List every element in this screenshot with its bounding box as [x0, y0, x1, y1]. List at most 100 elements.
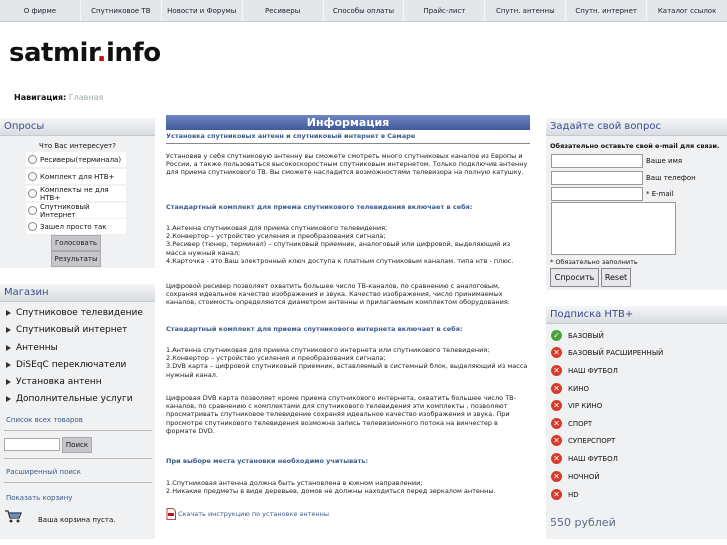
logo-main: satmir: [9, 38, 97, 68]
poll-option-label: Ресиверы(терминала): [40, 155, 122, 164]
info-title: Информация: [166, 115, 530, 130]
arrow-right-icon: [6, 379, 11, 385]
poll-option[interactable]: Зашел просто так: [26, 219, 126, 234]
list-item: 2.Конвертор – устройство усиления и прео…: [166, 354, 386, 363]
message-textarea[interactable]: [551, 202, 676, 255]
shop-item-diseqc[interactable]: DiSEqC переключатели: [6, 360, 126, 370]
list-item: 4.Карточка - это Ваш электронный ключ до…: [166, 256, 514, 265]
ask-question-panel: Задайте свой вопрос Обязательно оставьте…: [546, 118, 727, 290]
shop-item-antennas[interactable]: Антенны: [6, 343, 58, 353]
arrow-right-icon: [6, 345, 11, 351]
cross-icon: ✕: [551, 365, 562, 376]
shop-panel: Магазин Спутниковое телевидение Спутнико…: [0, 284, 155, 539]
list-item: 2.Конвертор – устройство усиления и прео…: [166, 232, 386, 241]
info-list: 1.Антенна спутниковая для приема спутник…: [166, 224, 528, 265]
advanced-search-link[interactable]: Расширенный поиск: [6, 468, 81, 476]
vote-button[interactable]: Голосовать: [51, 235, 101, 251]
radio-icon[interactable]: [28, 172, 37, 181]
nav-item-about[interactable]: О фирме: [0, 0, 81, 21]
breadcrumb: Навигация: Главная: [14, 93, 103, 102]
site-logo[interactable]: satmir.info: [9, 38, 161, 68]
package-item: ✕ НАШ ФУТБОЛ: [551, 453, 618, 464]
email-field[interactable]: [551, 187, 643, 201]
info-list: 1.Спутниковая антенна должна быть устано…: [166, 479, 528, 495]
results-button[interactable]: Результаты: [51, 251, 101, 267]
poll-option[interactable]: Комплекты не для НТВ+: [26, 185, 126, 202]
divider: [4, 430, 152, 431]
poll-question: Что Вас интересует?: [39, 142, 116, 150]
package-item: ✕ БАЗОВЫЙ РАСШИРЕННЫЙ: [551, 347, 663, 358]
nav-item-payment[interactable]: Способы оплаты: [324, 0, 405, 21]
nav-item-receivers[interactable]: Ресиверы: [243, 0, 324, 21]
ask-title: Задайте свой вопрос: [546, 118, 727, 136]
divider: [4, 458, 152, 459]
package-item: ✕ HD: [551, 489, 579, 500]
search-button[interactable]: Поиск: [62, 437, 92, 453]
list-item: 1.Антенна спутниковая для приема спутник…: [166, 346, 490, 354]
required-note: * Обязательно заполнить: [550, 258, 638, 266]
nav-item-price-list[interactable]: Прайс-лист: [404, 0, 486, 21]
name-label: Ваше имя: [646, 157, 683, 165]
cross-icon: ✕: [551, 400, 562, 411]
logo-tld: info: [105, 38, 161, 68]
radio-icon[interactable]: [28, 155, 37, 164]
list-item: 1.Антенна спутниковая для приема спутник…: [166, 224, 388, 232]
search-input[interactable]: [4, 438, 60, 451]
nav-item-antennas[interactable]: Спутн. антенны: [485, 0, 567, 21]
info-paragraph: Цифровой ресивер позволяет охватить боль…: [166, 282, 510, 307]
radio-icon[interactable]: [28, 222, 37, 231]
arrow-right-icon: [6, 396, 11, 402]
package-name: VIP КИНО: [568, 401, 603, 410]
shop-item-satellite-tv[interactable]: Спутниковое телевидение: [6, 308, 143, 318]
polls-panel: Опросы Что Вас интересует? Ресиверы(терм…: [0, 118, 155, 268]
email-label: * E-mail: [646, 190, 674, 198]
nav-item-links[interactable]: Каталог ссылок: [647, 0, 727, 21]
shop-item-installation[interactable]: Установка антенн: [6, 377, 102, 387]
package-item: ✓ БАЗОВЫЙ: [551, 330, 604, 341]
arrow-right-icon: [6, 327, 11, 333]
package-name: БАЗОВЫЙ: [568, 331, 604, 340]
info-panel: Информация Установка спутниковых антенн …: [166, 115, 530, 144]
shop-item-satellite-internet[interactable]: Спутниковый интернет: [6, 325, 127, 335]
package-name: НАШ ФУТБОЛ: [568, 366, 618, 375]
cart-status: Ваша корзина пуста.: [38, 516, 116, 524]
nav-item-satellite-internet[interactable]: Спутн. интернет: [566, 0, 648, 21]
ask-note: Обязательно оставьте свой e-mail для свя…: [550, 142, 720, 150]
arrow-right-icon: [6, 362, 11, 368]
package-name: КИНО: [568, 384, 589, 393]
download-link-label: Скачать инструкцию по установке антенны: [178, 510, 330, 518]
shop-item-extra-services[interactable]: Дополнительные услуги: [6, 394, 133, 404]
radio-icon[interactable]: [28, 206, 37, 215]
ask-submit-button[interactable]: Спросить: [550, 268, 599, 287]
package-name: НАШ ФУТБОЛ: [568, 454, 618, 463]
package-name: HD: [568, 490, 579, 499]
poll-option-label: Комплекты не для НТВ+: [40, 185, 109, 202]
phone-field[interactable]: [551, 171, 643, 185]
package-item: ✕ КИНО: [551, 383, 589, 394]
package-name: СУПЕРСПОРТ: [568, 436, 616, 445]
download-instructions-link[interactable]: Скачать инструкцию по установке антенны: [166, 508, 329, 520]
pdf-icon: [166, 508, 176, 520]
poll-option[interactable]: Комплект для НТВ+: [26, 169, 126, 184]
breadcrumb-home[interactable]: Главная: [69, 93, 104, 102]
cross-icon: ✕: [551, 489, 562, 500]
shop-item-label: Дополнительные услуги: [16, 394, 133, 404]
subscription-title: Подписка НТВ+: [546, 306, 727, 324]
subscription-price: 550 рублей: [550, 516, 616, 529]
logo-dot: .: [96, 38, 107, 68]
info-paragraph: Установив у себя спутниковую антенну вы …: [166, 152, 528, 177]
poll-option[interactable]: Спутниковый Интернет: [26, 203, 126, 219]
radio-icon[interactable]: [28, 189, 37, 198]
reset-button[interactable]: Reset: [601, 268, 631, 287]
package-item: ✕ НАШ ФУТБОЛ: [551, 365, 618, 376]
nav-item-satellite-tv[interactable]: Спутниковое ТВ: [81, 0, 162, 21]
shopping-cart-icon[interactable]: [4, 509, 22, 523]
breadcrumb-label: Навигация:: [14, 93, 67, 102]
name-field[interactable]: [551, 154, 643, 168]
all-products-link[interactable]: Список всех товаров: [6, 416, 83, 424]
cross-icon: ✕: [551, 453, 562, 464]
info-heading: Стандартный комплект для приема спутнико…: [166, 325, 463, 333]
poll-option[interactable]: Ресиверы(терминала): [26, 152, 126, 167]
nav-item-news-forums[interactable]: Новости и Форумы: [162, 0, 243, 21]
show-cart-link[interactable]: Показать корзину: [6, 494, 72, 502]
